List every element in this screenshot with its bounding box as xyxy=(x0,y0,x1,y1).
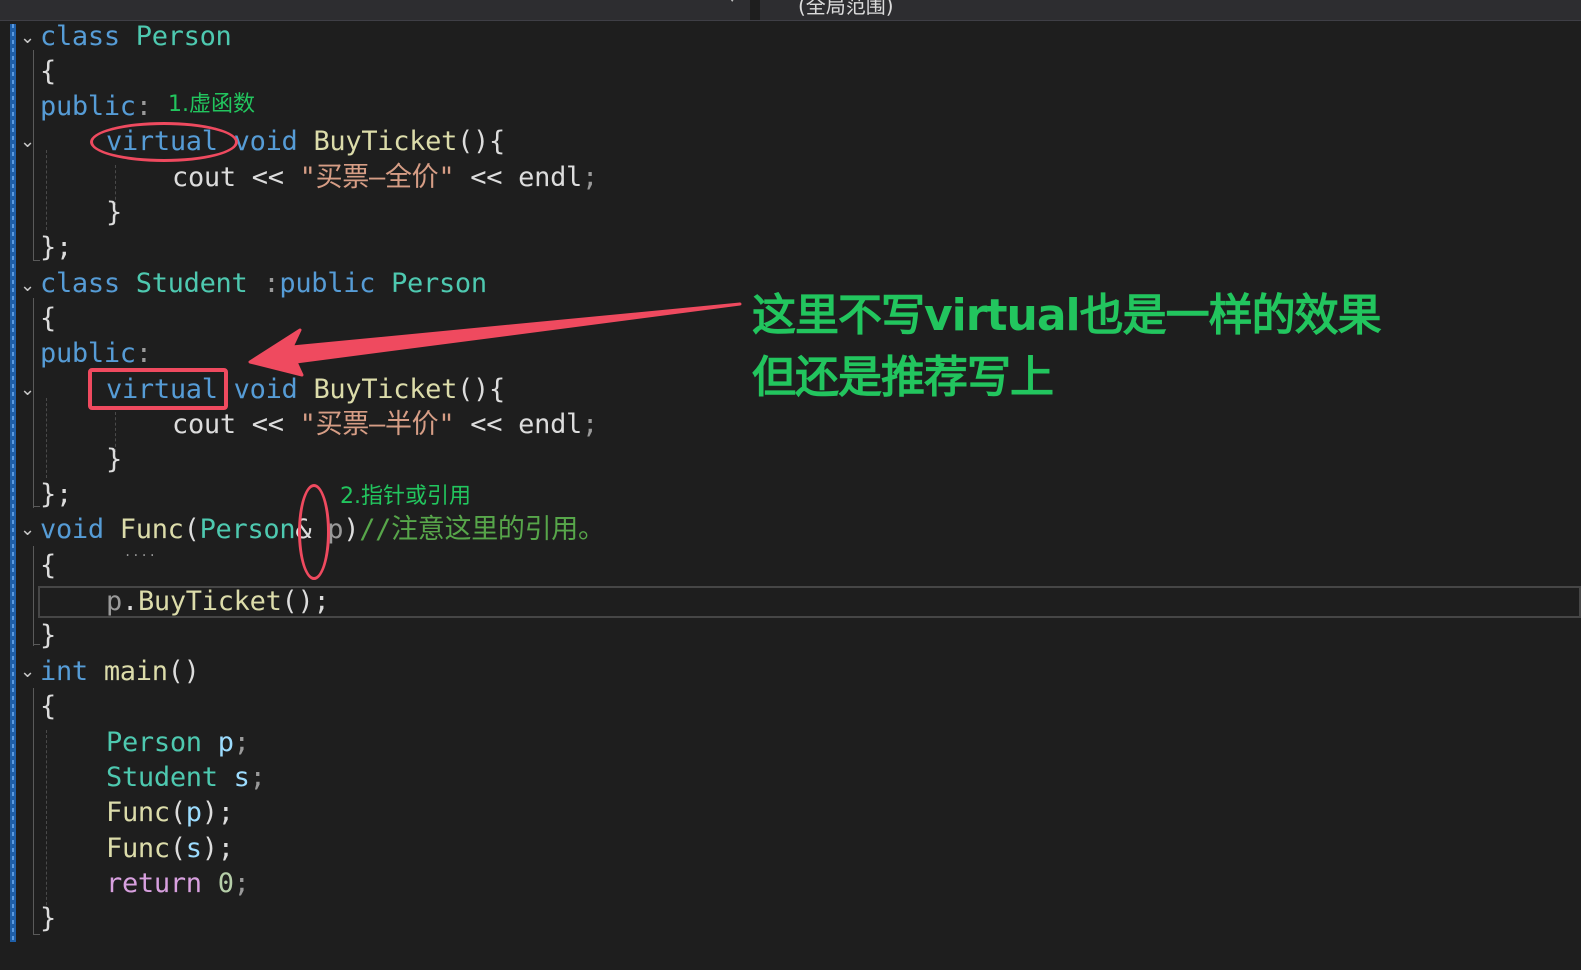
arrow-shape xyxy=(248,302,742,377)
annotation-arrow xyxy=(248,302,742,377)
